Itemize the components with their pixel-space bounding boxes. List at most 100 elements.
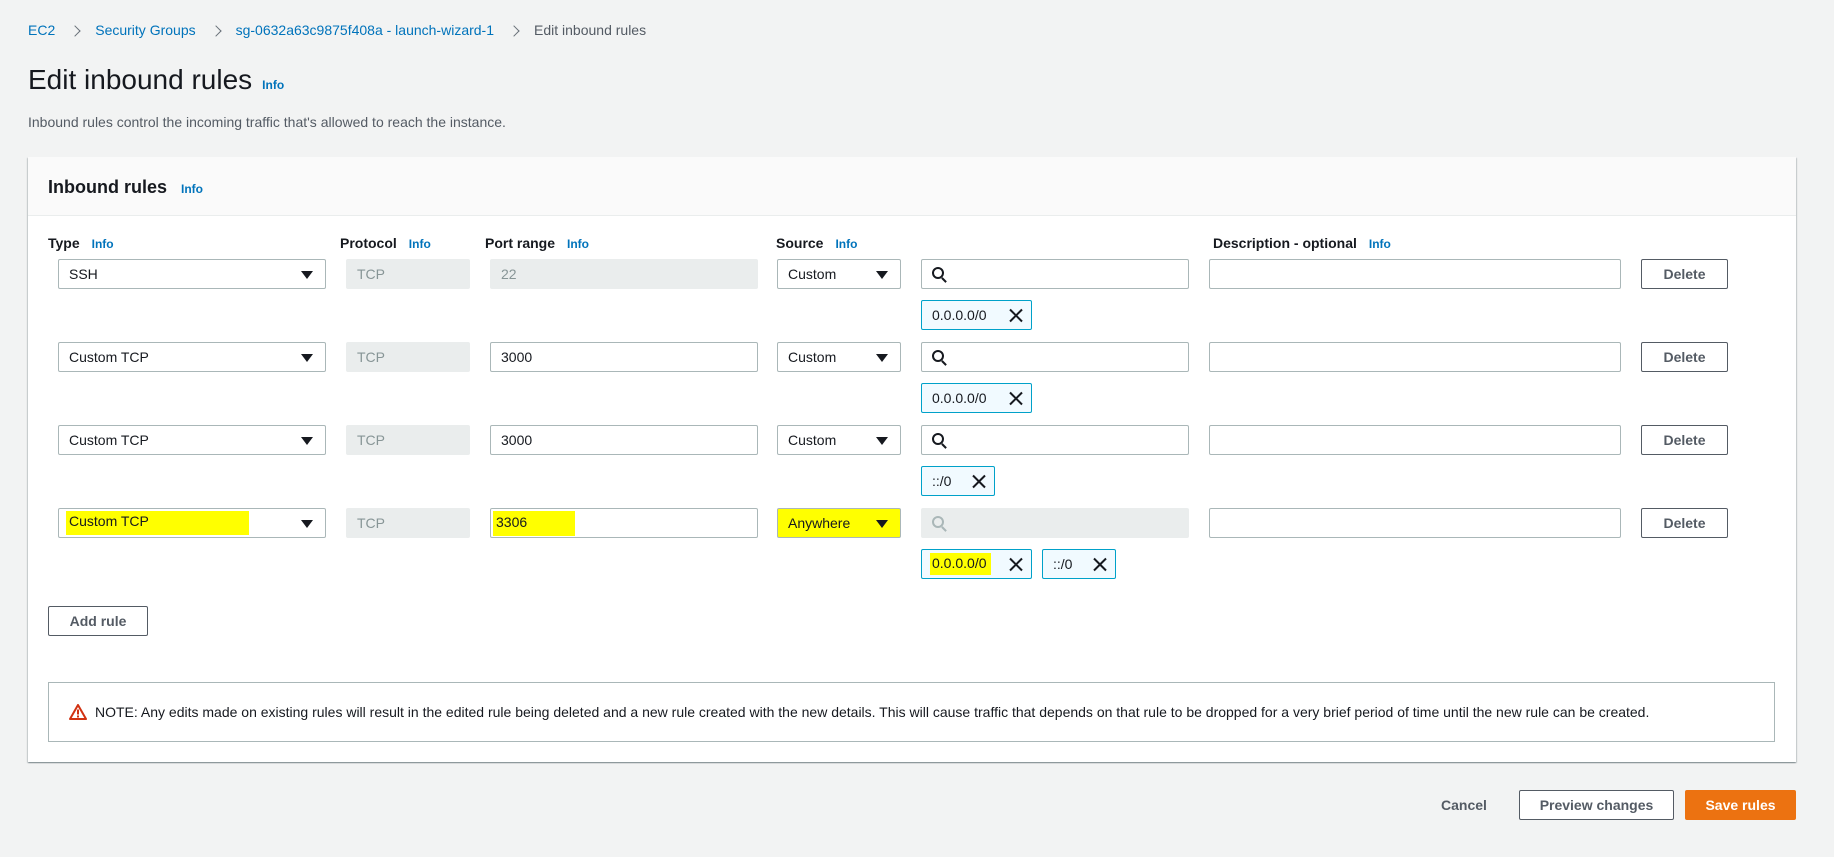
close-icon[interactable]	[1093, 557, 1107, 571]
preview-changes-button[interactable]: Preview changes	[1519, 790, 1674, 820]
caret-down-icon	[301, 520, 313, 528]
close-icon[interactable]	[1009, 391, 1023, 405]
cidr-token-label: 0.0.0.0/0	[932, 390, 987, 406]
rule-protocol-field: TCP	[346, 342, 470, 372]
source-info-link[interactable]: Info	[835, 237, 857, 251]
panel-info-link[interactable]: Info	[181, 182, 203, 196]
delete-rule-button[interactable]: Delete	[1641, 425, 1728, 455]
cidr-token-label: 0.0.0.0/0	[930, 553, 991, 575]
caret-down-icon	[301, 354, 313, 362]
breadcrumb: EC2 Security Groups sg-0632a63c9875f408a…	[28, 22, 646, 38]
page-info-link[interactable]: Info	[262, 78, 284, 92]
delete-rule-button[interactable]: Delete	[1641, 342, 1728, 372]
rule-source-select[interactable]: Anywhere	[777, 508, 901, 538]
chevron-right-icon	[69, 24, 81, 37]
warning-icon	[69, 704, 87, 720]
rule-port-input[interactable]: 3000	[490, 342, 758, 372]
cidr-token-label: ::/0	[1053, 556, 1073, 572]
close-icon[interactable]	[1009, 308, 1023, 322]
cidr-token-label: 0.0.0.0/0	[932, 307, 987, 323]
rule-description-input[interactable]	[1209, 342, 1621, 372]
warning-text: NOTE: Any edits made on existing rules w…	[95, 704, 1650, 720]
close-icon[interactable]	[972, 474, 986, 488]
rule-source-select[interactable]: Custom	[777, 342, 901, 372]
protocol-info-link[interactable]: Info	[409, 237, 431, 251]
breadcrumb-security-group[interactable]: sg-0632a63c9875f408a - launch-wizard-1	[236, 22, 494, 38]
rule-protocol-value: TCP	[357, 515, 385, 531]
delete-rule-button[interactable]: Delete	[1641, 508, 1728, 538]
rule-type-select[interactable]: Custom TCP	[58, 425, 326, 455]
add-rule-button[interactable]: Add rule	[48, 606, 148, 636]
breadcrumb-current: Edit inbound rules	[534, 22, 647, 38]
search-icon	[932, 433, 944, 445]
cidr-token: 0.0.0.0/0	[921, 300, 1032, 330]
rule-port-input[interactable]: 3000	[490, 425, 758, 455]
search-icon	[932, 267, 944, 279]
rule-port-input: 22	[490, 259, 758, 289]
rule-source-select[interactable]: Custom	[777, 259, 901, 289]
rule-port-value: 22	[501, 266, 517, 282]
rule-protocol-value: TCP	[357, 266, 385, 282]
column-header-port-range: Port range Info	[485, 235, 589, 251]
caret-down-icon	[876, 271, 888, 279]
cancel-button[interactable]: Cancel	[1432, 790, 1496, 820]
inbound-rules-panel: Inbound rules Info	[28, 157, 1796, 762]
search-icon	[932, 516, 944, 528]
rule-source-select[interactable]: Custom	[777, 425, 901, 455]
rule-protocol-value: TCP	[357, 432, 385, 448]
chevron-right-icon	[508, 24, 520, 37]
cidr-search-input	[921, 508, 1189, 538]
rule-type-value: Custom TCP	[66, 511, 249, 535]
caret-down-icon	[301, 271, 313, 279]
rule-protocol-value: TCP	[357, 349, 385, 365]
cidr-token-label: ::/0	[932, 473, 952, 489]
rule-type-select[interactable]: SSH	[58, 259, 326, 289]
column-header-type: Type Info	[48, 235, 114, 251]
rule-description-input[interactable]	[1209, 259, 1621, 289]
rule-source-value: Custom	[788, 432, 837, 448]
cidr-search-input[interactable]	[921, 425, 1189, 455]
column-header-description: Description - optional Info	[1213, 235, 1391, 251]
cidr-search-input[interactable]	[921, 342, 1189, 372]
rule-description-input[interactable]	[1209, 508, 1621, 538]
page-title: Edit inbound rules	[28, 64, 253, 95]
column-header-source: Source Info	[776, 235, 857, 251]
column-type-label: Type	[48, 235, 80, 251]
rule-protocol-field: TCP	[346, 425, 470, 455]
rule-type-select[interactable]: Custom TCP	[58, 508, 326, 538]
rule-type-value: Custom TCP	[69, 432, 149, 448]
cidr-search-input[interactable]	[921, 259, 1189, 289]
panel-header: Inbound rules Info	[28, 157, 1796, 216]
close-icon[interactable]	[1009, 557, 1023, 571]
column-description-label: Description - optional	[1213, 235, 1357, 251]
cidr-token: 0.0.0.0/0	[921, 549, 1032, 579]
breadcrumb-security-groups[interactable]: Security Groups	[95, 22, 195, 38]
column-header-protocol: Protocol Info	[340, 235, 431, 251]
cidr-token: ::/0	[1042, 549, 1116, 579]
cidr-token: 0.0.0.0/0	[921, 383, 1032, 413]
rule-port-value: 3000	[501, 349, 533, 365]
page-description: Inbound rules control the incoming traff…	[28, 114, 506, 130]
column-port-range-label: Port range	[485, 235, 556, 251]
caret-down-icon	[876, 520, 888, 528]
rule-port-input[interactable]: 3306	[490, 508, 758, 538]
delete-rule-button[interactable]: Delete	[1641, 259, 1728, 289]
caret-down-icon	[876, 354, 888, 362]
rule-type-select[interactable]: Custom TCP	[58, 342, 326, 372]
rule-protocol-field: TCP	[346, 508, 470, 538]
rule-type-value: Custom TCP	[69, 349, 149, 365]
column-source-label: Source	[776, 235, 824, 251]
rule-protocol-field: TCP	[346, 259, 470, 289]
rule-description-input[interactable]	[1209, 425, 1621, 455]
rule-source-value: Custom	[788, 349, 837, 365]
search-icon	[932, 350, 944, 362]
panel-title: Inbound rules	[48, 177, 167, 197]
breadcrumb-ec2[interactable]: EC2	[28, 22, 55, 38]
port-range-info-link[interactable]: Info	[567, 237, 589, 251]
description-info-link[interactable]: Info	[1369, 237, 1391, 251]
rule-source-value: Custom	[788, 266, 837, 282]
panel-title-row: Inbound rules Info	[48, 177, 203, 198]
warning-alert: NOTE: Any edits made on existing rules w…	[48, 682, 1775, 742]
save-rules-button[interactable]: Save rules	[1685, 790, 1796, 820]
type-info-link[interactable]: Info	[92, 237, 114, 251]
